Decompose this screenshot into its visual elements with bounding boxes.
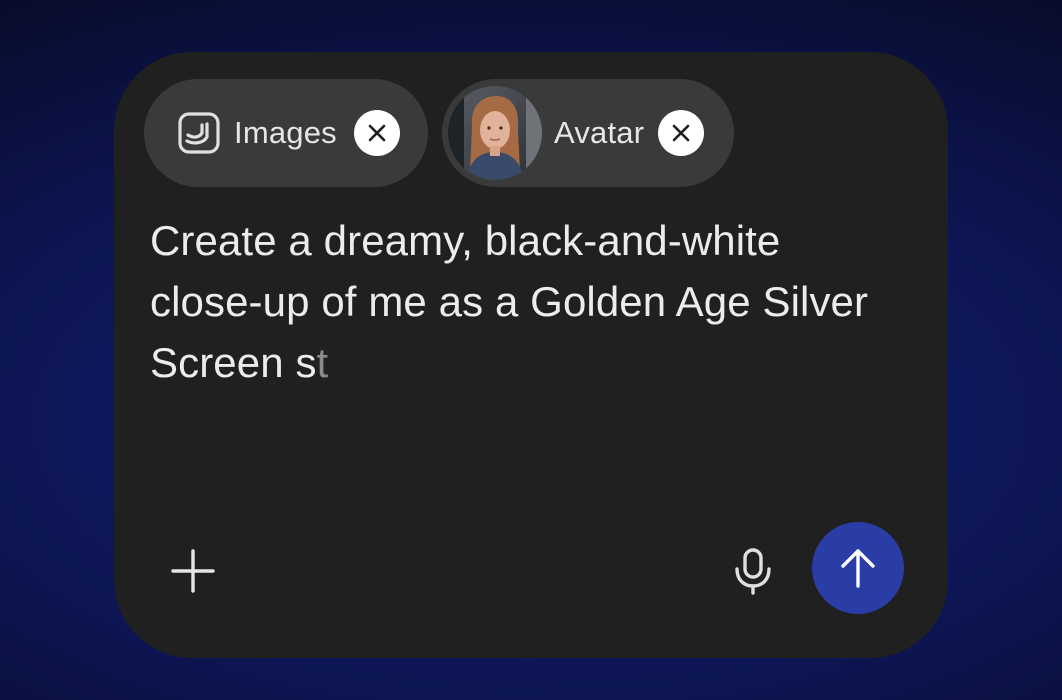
avatar-photo — [448, 86, 542, 180]
close-icon — [672, 124, 690, 142]
send-button[interactable] — [812, 522, 904, 614]
prompt-input[interactable]: Create a dreamy, black-and-white close-u… — [150, 210, 890, 393]
prompt-ghost-text: t — [316, 339, 329, 386]
images-icon — [176, 110, 222, 156]
plus-icon — [171, 549, 215, 593]
images-chip[interactable]: Images — [144, 79, 428, 187]
images-chip-close-button[interactable] — [354, 110, 400, 156]
close-icon — [368, 124, 386, 142]
microphone-icon — [735, 548, 771, 595]
prompt-text: Create a dreamy, black-and-white close-u… — [150, 217, 869, 386]
avatar-chip-close-button[interactable] — [658, 110, 704, 156]
avatar-chip-label: Avatar — [554, 115, 645, 150]
arrow-up-icon — [841, 549, 875, 588]
add-button[interactable] — [164, 542, 222, 600]
avatar-chip[interactable]: Avatar — [442, 79, 734, 187]
images-chip-label: Images — [234, 115, 337, 150]
prompt-composer: Images Avatar Create a dreamy, black-and… — [114, 52, 948, 658]
microphone-button[interactable] — [728, 542, 778, 600]
